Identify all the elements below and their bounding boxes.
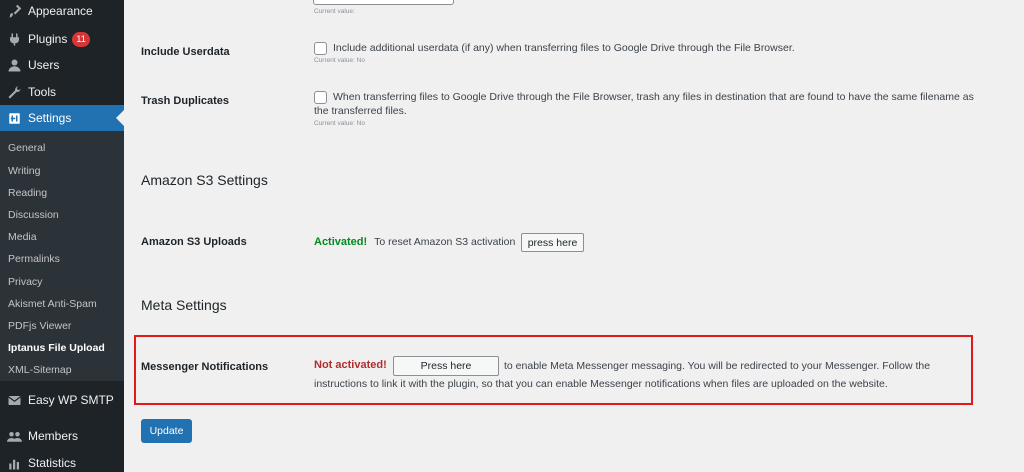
menu-users[interactable]: Users	[0, 52, 124, 78]
menu-tools[interactable]: Tools	[0, 79, 124, 105]
settings-icon	[6, 110, 22, 126]
menu-appearance-label: Appearance	[28, 4, 93, 18]
submenu-discussion[interactable]: Discussion	[8, 209, 59, 221]
active-menu-arrow	[116, 110, 124, 126]
menu-members-label: Members	[28, 429, 79, 443]
messenger-description-2: instructions to link it with the plugin,…	[314, 378, 888, 390]
menu-easy-wp-smtp[interactable]: Easy WP SMTP	[0, 387, 124, 413]
settings-submenu: General Writing Reading Discussion Media…	[0, 131, 124, 381]
group-icon	[6, 428, 22, 444]
messenger-description-1: to enable Meta Messenger messaging. You …	[504, 360, 931, 372]
menu-users-label: Users	[28, 58, 60, 72]
trash-duplicates-checkbox[interactable]	[314, 91, 327, 104]
include-userdata-description: Include additional userdata (if any) whe…	[333, 42, 795, 54]
menu-statistics[interactable]: Statistics	[0, 450, 124, 472]
trash-duplicates-description-2: the transferred files.	[314, 105, 407, 117]
amazon-s3-press-here-button[interactable]: press here	[521, 233, 584, 252]
email-icon	[6, 392, 22, 408]
menu-plugins[interactable]: Plugins 11	[0, 26, 124, 52]
trash-duplicates-current: Current value: No	[314, 120, 365, 127]
text-input-partial[interactable]	[313, 0, 454, 5]
settings-main: Current value: Include Userdata Include …	[124, 0, 1024, 472]
update-button[interactable]: Update	[141, 419, 192, 443]
user-icon	[6, 57, 22, 73]
amazon-s3-uploads-label: Amazon S3 Uploads	[141, 236, 247, 248]
submenu-privacy[interactable]: Privacy	[8, 276, 42, 288]
submenu-general[interactable]: General	[8, 142, 45, 154]
messenger-notifications-label: Messenger Notifications	[141, 361, 269, 373]
trash-duplicates-description-1: When transferring files to Google Drive …	[333, 91, 974, 103]
submenu-reading[interactable]: Reading	[8, 187, 47, 199]
menu-easy-wp-smtp-label: Easy WP SMTP	[28, 393, 114, 407]
paintbrush-icon	[6, 3, 22, 19]
amazon-s3-section-title: Amazon S3 Settings	[141, 172, 268, 188]
trash-duplicates-label: Trash Duplicates	[141, 95, 230, 107]
submenu-media[interactable]: Media	[8, 231, 37, 243]
include-userdata-label: Include Userdata	[141, 46, 230, 58]
amazon-s3-status: Activated!	[314, 236, 368, 248]
messenger-status: Not activated!	[314, 359, 387, 371]
include-userdata-current: Current value: No	[314, 57, 365, 64]
submenu-permalinks[interactable]: Permalinks	[8, 253, 60, 265]
menu-members[interactable]: Members	[0, 423, 124, 449]
menu-tools-label: Tools	[28, 85, 57, 99]
plug-icon	[6, 31, 22, 47]
menu-plugins-label: Plugins	[28, 32, 68, 46]
wrench-icon	[6, 84, 22, 100]
menu-appearance[interactable]: Appearance	[0, 0, 124, 24]
submenu-akismet[interactable]: Akismet Anti-Spam	[8, 298, 97, 310]
meta-section-title: Meta Settings	[141, 297, 227, 313]
menu-settings[interactable]: Settings	[0, 105, 124, 131]
submenu-xml-sitemap[interactable]: XML-Sitemap	[8, 364, 72, 376]
admin-sidebar: Appearance Plugins 11 Users Tools Settin…	[0, 0, 124, 472]
amazon-s3-reset-text: To reset Amazon S3 activation	[374, 236, 516, 248]
menu-settings-label: Settings	[28, 111, 72, 125]
messenger-press-here-button[interactable]: Press here	[393, 356, 499, 376]
amazon-s3-status-line: Activated! To reset Amazon S3 activation	[314, 236, 515, 248]
chart-icon	[6, 455, 22, 471]
plugins-update-badge: 11	[72, 31, 90, 47]
submenu-pdfjs-viewer[interactable]: PDFjs Viewer	[8, 320, 71, 332]
submenu-writing[interactable]: Writing	[8, 165, 40, 177]
submenu-iptanus-file-upload[interactable]: Iptanus File Upload	[8, 342, 105, 354]
menu-statistics-label: Statistics	[28, 456, 77, 470]
include-userdata-checkbox[interactable]	[314, 42, 327, 55]
current-value-partial: Current value:	[314, 8, 355, 15]
